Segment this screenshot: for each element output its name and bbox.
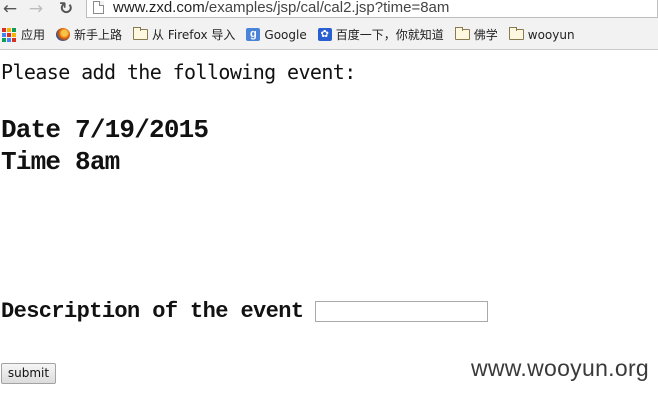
bookmark-label: 佛学 <box>473 28 498 42</box>
folder-icon <box>454 27 470 40</box>
bookmark-label: wooyun <box>527 27 575 42</box>
bookmark-wooyun[interactable]: wooyun <box>508 27 575 42</box>
apps-icon <box>2 27 16 42</box>
back-arrow-icon[interactable]: ← <box>0 0 20 18</box>
bookmark-google[interactable]: g Google <box>246 27 307 42</box>
submit-button[interactable]: submit <box>1 363 56 384</box>
event-date: Date 7/19/2015 <box>1 115 209 145</box>
description-label: Description of the event <box>1 298 304 324</box>
event-time: Time 8am <box>1 147 120 177</box>
baidu-paw-icon: ✿ <box>317 28 332 41</box>
bookmark-label: 从 Firefox 导入 <box>152 28 236 42</box>
bookmark-apps[interactable]: 应用 <box>2 26 45 43</box>
address-bar[interactable]: www.zxd.com/examples/jsp/cal/cal2.jsp?ti… <box>86 0 658 18</box>
url-path: /examples/jsp/cal/cal2.jsp?time=8am <box>204 0 450 16</box>
watermark: www.wooyun.org <box>470 355 649 381</box>
intro-text: Please add the following event: <box>1 60 356 84</box>
firefox-icon <box>56 28 71 41</box>
bookmark-label: 应用 <box>21 28 46 42</box>
url-text[interactable]: www.zxd.com/examples/jsp/cal/cal2.jsp?ti… <box>113 0 449 16</box>
bookmark-buddhism[interactable]: 佛学 <box>454 26 498 43</box>
forward-arrow-icon[interactable]: → <box>26 0 46 18</box>
folder-icon <box>133 27 149 40</box>
page-content: Please add the following event: Date 7/1… <box>0 50 658 400</box>
folder-icon <box>508 27 524 40</box>
url-host: www.zxd.com <box>113 0 205 16</box>
bookmark-getting-started[interactable]: 新手上路 <box>56 26 122 43</box>
browser-toolbar: ← → ↻ www.zxd.com/examples/jsp/cal/cal2.… <box>0 0 658 20</box>
bookmark-label: 新手上路 <box>74 28 123 42</box>
reload-icon[interactable]: ↻ <box>56 0 76 18</box>
google-icon: g <box>246 28 261 41</box>
bookmark-label: Google <box>264 27 307 42</box>
bookmark-import-firefox[interactable]: 从 Firefox 导入 <box>133 26 235 43</box>
description-row: Description of the event <box>1 296 489 326</box>
bookmark-baidu[interactable]: ✿ 百度一下，你就知道 <box>317 26 444 43</box>
description-input[interactable] <box>315 300 489 322</box>
page-icon <box>93 1 104 14</box>
bookmark-label: 百度一下，你就知道 <box>335 28 444 42</box>
bookmarks-bar: 应用 新手上路 从 Firefox 导入 g Google ✿ 百度一下，你就知… <box>0 20 658 50</box>
